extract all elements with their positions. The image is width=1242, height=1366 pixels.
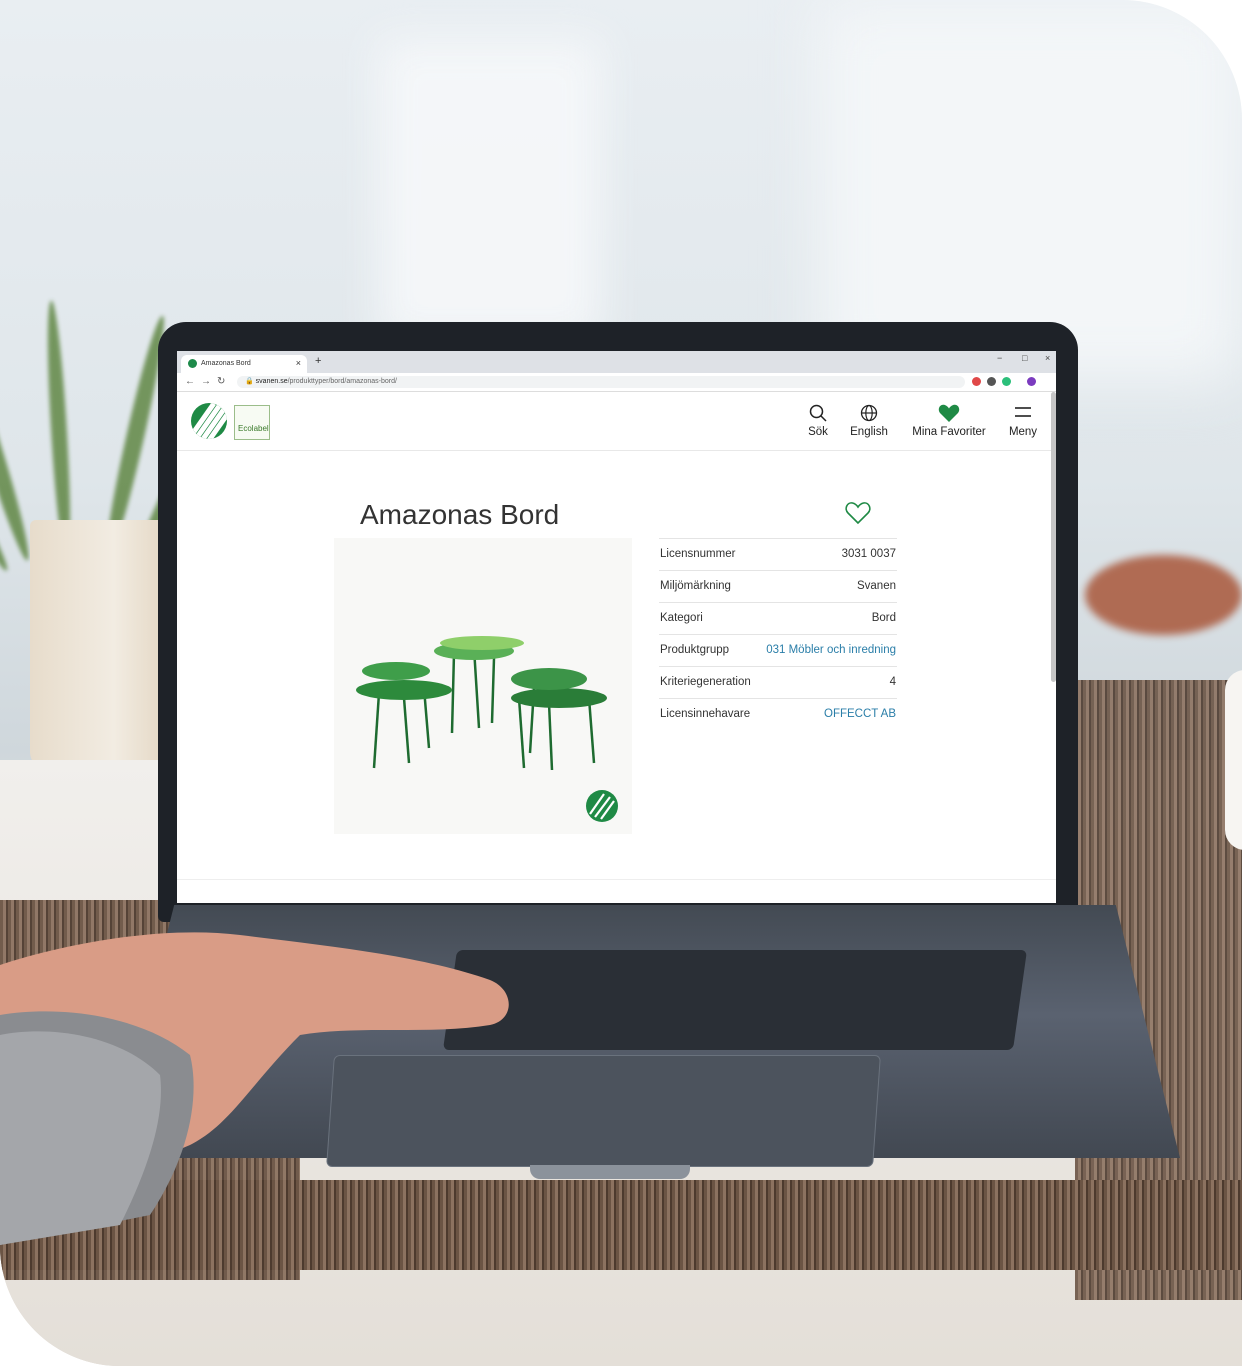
svanen-favicon-icon	[188, 359, 197, 368]
extension-icon[interactable]	[987, 377, 996, 386]
search-label: Sök	[808, 426, 828, 438]
forward-arrow-icon[interactable]: →	[201, 376, 211, 387]
detail-key: Kriteriegeneration	[660, 676, 751, 688]
close-window-button[interactable]: ×	[1045, 353, 1050, 363]
language-label: English	[850, 426, 888, 438]
detail-key: Licensinnehavare	[660, 708, 751, 720]
back-arrow-icon[interactable]: ←	[185, 376, 195, 387]
detail-row-license-holder: Licensinnehavare OFFECCT AB	[659, 698, 897, 730]
minimize-button[interactable]: −	[997, 353, 1002, 363]
product-image	[334, 538, 632, 834]
detail-value: Svanen	[856, 580, 896, 592]
detail-value: 4	[889, 676, 896, 688]
reload-icon[interactable]: ↻	[217, 376, 225, 387]
background-bowl	[1085, 555, 1242, 635]
ecolabel-text: Ecolabel	[238, 424, 269, 433]
eu-ecolabel-logo[interactable]: Ecolabel	[234, 405, 270, 440]
detail-value: 3031 0037	[841, 548, 896, 560]
product-details-table: Licensnummer 3031 0037 Miljömärkning Sva…	[659, 538, 897, 730]
language-button[interactable]: English	[847, 404, 891, 438]
laptop-front-notch	[530, 1165, 690, 1179]
search-icon	[803, 404, 833, 424]
page-scrollbar[interactable]	[1051, 392, 1056, 682]
detail-value: Bord	[871, 612, 896, 624]
menu-icon	[1005, 404, 1041, 424]
url-host: svanen.se	[255, 378, 288, 385]
globe-icon	[847, 404, 891, 424]
search-button[interactable]: Sök	[803, 404, 833, 438]
new-tab-button[interactable]: +	[315, 355, 321, 367]
maximize-button[interactable]: □	[1022, 353, 1027, 363]
section-divider	[177, 879, 1056, 880]
menu-label: Meny	[1008, 426, 1038, 438]
plant-pot	[30, 520, 170, 770]
detail-row-criteria-generation: Kriteriegeneration 4	[659, 666, 897, 698]
address-bar-row: ← → ↻ 🔒 svanen.se/produkttyper/bord/amaz…	[177, 373, 1056, 392]
detail-row-license-number: Licensnummer 3031 0037	[659, 538, 897, 570]
url-field[interactable]: 🔒 svanen.se/produkttyper/bord/amazonas-b…	[237, 376, 965, 388]
product-title: Amazonas Bord	[360, 499, 560, 530]
site-header: Ecolabel Sök English Mina Favoriter Meny	[177, 392, 1056, 451]
detail-row-category: Kategori Bord	[659, 602, 897, 634]
tab-title: Amazonas Bord	[201, 360, 251, 367]
laptop-keyboard	[442, 950, 1028, 1050]
license-holder-link[interactable]: OFFECCT AB	[824, 708, 896, 720]
tables-illustration	[356, 636, 618, 822]
favorites-label: Mina Favoriter	[912, 426, 986, 438]
extension-icon[interactable]	[972, 377, 981, 386]
background-blur	[380, 40, 600, 340]
browser-tab[interactable]: Amazonas Bord ×	[181, 355, 307, 373]
profile-avatar[interactable]	[1027, 377, 1036, 386]
detail-key: Kategori	[660, 612, 703, 624]
detail-row-ecolabel: Miljömärkning Svanen	[659, 570, 897, 602]
hand-on-keyboard	[0, 932, 509, 1245]
detail-key: Produktgrupp	[660, 644, 730, 656]
url-path: /produkttyper/bord/amazonas-bord/	[287, 378, 397, 385]
add-favorite-heart-icon[interactable]	[844, 499, 872, 527]
detail-row-product-group: Produktgrupp 031 Möbler och inredning	[659, 634, 897, 666]
photo-scene: Amazonas Bord × + − □ × ← → ↻ 🔒 svanen.s…	[0, 0, 1242, 1366]
coffee-cup	[1225, 670, 1242, 850]
extension-icon[interactable]	[1002, 377, 1011, 386]
heart-icon	[907, 404, 991, 424]
favorites-button[interactable]: Mina Favoriter	[907, 404, 991, 438]
detail-key: Licensnummer	[660, 548, 736, 560]
detail-key: Miljömärkning	[660, 580, 731, 592]
nordic-swan-logo[interactable]	[191, 403, 227, 439]
tab-bar: Amazonas Bord × + − □ ×	[177, 351, 1056, 373]
close-tab-icon[interactable]: ×	[296, 358, 301, 368]
menu-button[interactable]: Meny	[1005, 404, 1041, 438]
browser-window: Amazonas Bord × + − □ × ← → ↻ 🔒 svanen.s…	[177, 351, 1056, 903]
product-group-link[interactable]: 031 Möbler och inredning	[766, 644, 896, 656]
